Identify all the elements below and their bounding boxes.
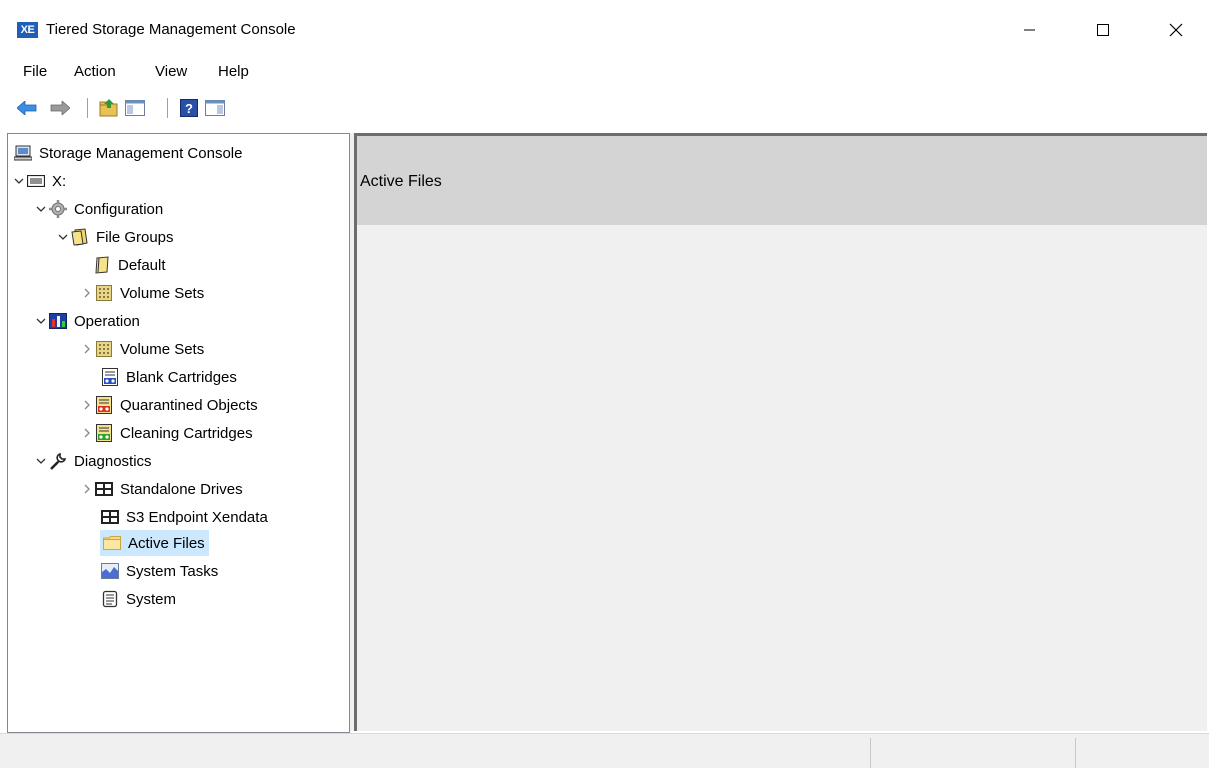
help-button[interactable]: ?: [179, 98, 199, 118]
tree-item-label: Quarantined Objects: [120, 396, 258, 414]
menu-action[interactable]: Action: [70, 60, 120, 84]
minimize-icon: [1024, 29, 1035, 31]
wrench-icon: [48, 451, 68, 471]
tree-item-s3-endpoint[interactable]: S3 Endpoint Xendata: [100, 504, 268, 530]
svg-text:?: ?: [185, 101, 193, 116]
tree-item-label: S3 Endpoint Xendata: [126, 508, 268, 526]
gear-icon: [48, 199, 68, 219]
close-button[interactable]: [1153, 10, 1199, 50]
document-icon: [100, 589, 120, 609]
status-divider: [1075, 738, 1076, 768]
chevron-down-icon[interactable]: [56, 230, 70, 244]
tree-item-cleaning-cartridges[interactable]: Cleaning Cartridges: [80, 420, 253, 446]
help-icon: ?: [180, 99, 198, 117]
tree-item-system[interactable]: System: [100, 586, 176, 612]
tree-item-label: Volume Sets: [120, 340, 205, 358]
chevron-right-icon[interactable]: [80, 286, 94, 300]
drive-icon: [26, 171, 46, 191]
tree-item-file-groups[interactable]: File Groups: [56, 224, 174, 250]
chevron-right-icon[interactable]: [80, 342, 94, 356]
file-groups-icon: [70, 227, 90, 247]
detail-pane: Active Files: [354, 133, 1207, 731]
tree-item-label: Blank Cartridges: [126, 368, 237, 386]
tree-item-blank-cartridges[interactable]: Blank Cartridges: [100, 364, 237, 390]
tree-item-quarantined-objects[interactable]: Quarantined Objects: [80, 392, 258, 418]
forward-arrow-icon: [50, 101, 70, 115]
volume-set-icon: [94, 339, 114, 359]
computer-icon: [13, 143, 33, 163]
chevron-down-icon[interactable]: [34, 454, 48, 468]
chevron-down-icon[interactable]: [34, 314, 48, 328]
toolbar: ?: [0, 92, 1209, 124]
menu-help[interactable]: Help: [214, 60, 253, 84]
tree-item-default[interactable]: Default: [92, 252, 166, 278]
tree-item-active-files[interactable]: Active Files: [100, 530, 209, 556]
tree-item-operation-volume-sets[interactable]: Volume Sets: [80, 336, 204, 362]
tree-item-label: Diagnostics: [74, 452, 152, 470]
tree-item-configuration[interactable]: Configuration: [34, 196, 163, 222]
folder-icon: [102, 533, 122, 553]
up-folder-icon: [99, 99, 118, 117]
tree-item-label: Standalone Drives: [120, 480, 243, 498]
show-hide-action-pane-button[interactable]: [205, 98, 225, 118]
tree-item-operation[interactable]: Operation: [34, 308, 140, 334]
drives-icon: [94, 479, 114, 499]
show-hide-console-tree-button[interactable]: [125, 98, 145, 118]
tree-item-label: Cleaning Cartridges: [120, 424, 253, 442]
close-icon: [1169, 23, 1183, 37]
chevron-right-icon[interactable]: [80, 426, 94, 440]
chevron-right-icon[interactable]: [80, 398, 94, 412]
show-hide-console-tree-icon: [125, 100, 145, 116]
tree-item-label: System: [126, 590, 177, 608]
show-hide-action-pane-icon: [205, 100, 225, 116]
tree-item-label: Volume Sets: [120, 284, 205, 302]
detail-header-title: Active Files: [360, 173, 442, 190]
menu-bar: File Action View Help: [0, 60, 1209, 84]
tree-item-label: Configuration: [74, 200, 164, 218]
maximize-button[interactable]: [1080, 10, 1126, 50]
toolbar-separator: [167, 98, 168, 118]
title-bar: XE Tiered Storage Management Console: [0, 0, 1209, 62]
cleaning-cartridge-icon: [94, 423, 114, 443]
chevron-right-icon[interactable]: [80, 482, 94, 496]
tree-item-label: Operation: [74, 312, 140, 330]
drives-icon: [100, 507, 120, 527]
detail-header: Active Files: [357, 136, 1207, 225]
back-button[interactable]: [17, 98, 37, 118]
back-arrow-icon: [17, 101, 37, 115]
console-tree[interactable]: Storage Management Console X: Configurat…: [7, 133, 350, 733]
chart-icon: [100, 561, 120, 581]
tree-item-x-drive[interactable]: X:: [12, 168, 66, 194]
minimize-button[interactable]: [1007, 10, 1053, 50]
chevron-down-icon[interactable]: [34, 202, 48, 216]
tree-item-diagnostics[interactable]: Diagnostics: [34, 448, 152, 474]
status-bar: [0, 733, 1209, 768]
tree-item-storage-management-console[interactable]: Storage Management Console: [13, 140, 242, 166]
tree-item-label: Storage Management Console: [39, 144, 243, 162]
quarantine-icon: [94, 395, 114, 415]
toolbar-separator: [87, 98, 88, 118]
menu-view[interactable]: View: [151, 60, 191, 84]
app-logo-icon: XE: [17, 22, 38, 38]
tree-item-label: System Tasks: [126, 562, 219, 580]
tree-item-config-volume-sets[interactable]: Volume Sets: [80, 280, 204, 306]
blank-cartridge-icon: [100, 367, 120, 387]
menu-file[interactable]: File: [19, 60, 51, 84]
operation-icon: [48, 311, 68, 331]
up-one-level-button[interactable]: [99, 98, 119, 118]
file-group-icon: [92, 255, 112, 275]
volume-set-icon: [94, 283, 114, 303]
tree-item-label: Default: [118, 256, 166, 274]
tree-item-label: File Groups: [96, 228, 174, 246]
tree-item-label: Active Files: [128, 534, 205, 552]
chevron-down-icon[interactable]: [12, 174, 26, 188]
maximize-icon: [1097, 24, 1109, 36]
tree-item-standalone-drives[interactable]: Standalone Drives: [80, 476, 243, 502]
tree-item-label: X:: [52, 172, 67, 190]
status-divider: [870, 738, 871, 768]
window-title: Tiered Storage Management Console: [46, 21, 296, 38]
forward-button[interactable]: [50, 98, 70, 118]
tree-item-system-tasks[interactable]: System Tasks: [100, 558, 218, 584]
